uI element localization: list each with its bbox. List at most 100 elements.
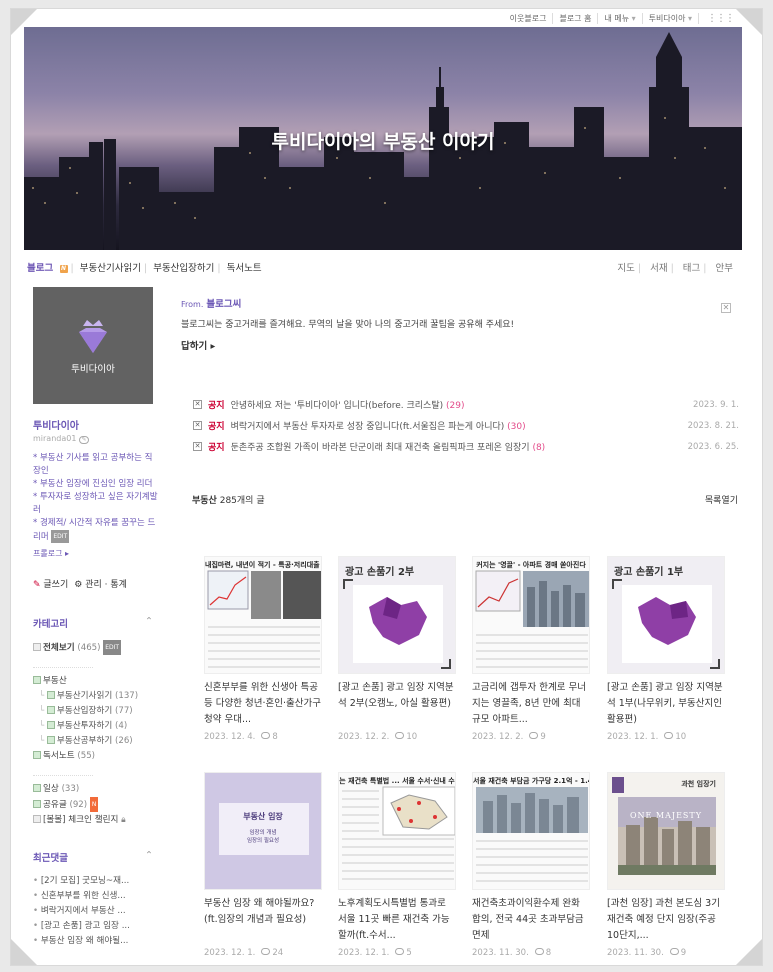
lock-icon: 🔒︎ — [121, 815, 126, 825]
category-item[interactable]: 부동산입장하기 (77) — [33, 704, 158, 719]
folder-icon — [46, 691, 55, 699]
folder-icon — [46, 706, 55, 714]
pencil-icon[interactable]: ✎ — [78, 436, 89, 444]
post-title[interactable]: 고금리에 갭투자 한계로 무너지는 영끌족, 8년 만에 최대 규모 아파트..… — [472, 680, 590, 728]
recent-comment[interactable]: [광고 손품] 광고 임장 ... — [33, 919, 158, 934]
new-badge-icon: N — [89, 797, 99, 812]
post-card[interactable]: 과천 임장기 ONE MAJESTY [과천 임장] 과천 본도심 3기 재건축… — [607, 772, 725, 958]
post-thumbnail[interactable]: 는 재건축 특별법 ... 서울 수서·신내 수 — [338, 772, 456, 890]
category-item[interactable]: 독서노트 (55) — [33, 749, 158, 764]
post-meta: 2023. 11. 30. 9 — [607, 948, 687, 958]
new-badge-icon: N — [59, 265, 68, 273]
category-item[interactable]: 부동산공부하기 (26) — [33, 734, 158, 749]
list-toggle-button[interactable]: 목록열기 — [705, 493, 738, 506]
category-item[interactable]: 부동산투자하기 (4) — [33, 719, 158, 734]
recent-comment[interactable]: 신혼부부를 위한 신생... — [33, 889, 158, 904]
post-title[interactable]: 노후계획도시특별법 통과로 서울 11곳 빠른 재건축 가능할까(ft.수서..… — [338, 896, 456, 944]
recent-comments-list: [2기 모집] 굿모닝~재... 신혼부부를 위한 신생... 벼락거지에서 부… — [33, 874, 158, 949]
edit-badge: EDIT — [103, 640, 122, 655]
gnb-account[interactable]: 투비다이아 — [643, 12, 699, 24]
post-meta: 2023. 11. 30. 8 — [472, 948, 552, 958]
close-icon[interactable]: ✕ — [721, 303, 731, 313]
profile-image[interactable]: 투비다이아 — [33, 287, 153, 404]
post-meta: 2023. 12. 1. 5 — [338, 948, 412, 958]
menu-field-visits[interactable]: 부동산입장하기 — [153, 263, 214, 274]
post-card[interactable]: 부동산 임장 임장의 개념 임장의 필요성 부동산 임장 왜 해야될까요? (f… — [204, 772, 322, 958]
comment-icon — [395, 948, 405, 955]
notice-icon: ✕ — [193, 442, 202, 451]
post-thumbnail[interactable]: 서울 재건축 부담금 가구당 2.1억 - 1.4 — [472, 772, 590, 890]
post-card[interactable]: 커지는 '영끌' - 아파트 경매 쏟아진다 고금리에 갭투자 한계로 무너지는… — [472, 556, 590, 742]
menu-tags[interactable]: 태그 — [683, 263, 700, 274]
notice-icon: ✕ — [193, 400, 202, 409]
post-title[interactable]: [광고 손품] 광고 임장 지역분석 2부(오캠노, 아실 활용편) — [338, 680, 456, 728]
menu-blog[interactable]: 블로그 N — [27, 263, 68, 274]
category-item[interactable]: [볼볼] 체크인 챌린지 🔒︎ — [33, 813, 158, 828]
category-list: 전체보기 (465) EDIT 부동산 부동산기사읽기 (137) 부동산입장하… — [33, 640, 158, 828]
post-title[interactable]: [광고 손품] 광고 임장 지역분석 1부(나무위키, 부동산지인 활용편) — [607, 680, 725, 728]
menu-guestbook[interactable]: 안부 — [716, 263, 733, 274]
profile-user-id: miranda01 ✎ — [33, 434, 158, 444]
admin-stats-button[interactable]: ⚙ 관리 · 통계 — [74, 577, 127, 590]
notice-list: ✕ 공지 안녕하세요 저는 '투비다이아' 입니다(before. 크리스탈) … — [193, 394, 739, 457]
prolog-link[interactable]: 프롤로그 ▸ — [33, 548, 158, 559]
post-title[interactable]: 부동산 임장 왜 해야될까요? (ft.임장의 개념과 필요성) — [204, 896, 322, 944]
profile-nickname[interactable]: 투비다이아 — [33, 417, 158, 432]
post-card[interactable]: 서울 재건축 부담금 가구당 2.1억 - 1.4 재건축초과이익환수제 완화 … — [472, 772, 590, 958]
blog-title[interactable]: 투비다이아의 부동산 이야기 — [24, 127, 742, 154]
recent-comments-header[interactable]: 최근댓글 ⌃ — [33, 850, 153, 864]
menu-library[interactable]: 서재 — [650, 263, 667, 274]
post-thumbnail[interactable]: 부동산 임장 임장의 개념 임장의 필요성 — [204, 772, 322, 890]
post-thumbnail[interactable]: 광고 손품기 2부 — [338, 556, 456, 674]
gnb-blog-home[interactable]: 블로그 홈 — [553, 12, 599, 24]
apps-grid-icon[interactable]: ⋮⋮⋮ — [699, 13, 735, 24]
from-name[interactable]: 블로그씨 — [206, 299, 241, 310]
post-card[interactable]: 내집마련, 내년이 적기 - 특공·저리대출 집 신혼부부를 위한 신생아 특공… — [204, 556, 322, 742]
gnb-my-menu[interactable]: 내 메뉴 — [598, 12, 643, 24]
gnb-neighbor-blog[interactable]: 이웃블로그 — [504, 12, 554, 24]
post-card[interactable]: 광고 손품기 1부 [광고 손품] 광고 임장 지역분석 1부(나무위키, 부동… — [607, 556, 725, 742]
notice-row[interactable]: ✕ 공지 안녕하세요 저는 '투비다이아' 입니다(before. 크리스탈) … — [193, 394, 739, 415]
post-card[interactable]: 광고 손품기 2부 [광고 손품] 광고 임장 지역분석 2부(오캠노, 아실 … — [338, 556, 456, 742]
menu-reading-notes[interactable]: 독서노트 — [227, 263, 262, 274]
notice-row[interactable]: ✕ 공지 둔촌주공 조합원 가족이 바라본 단군이래 최대 재건축 올림픽파크 … — [193, 436, 739, 457]
comment-icon — [534, 948, 544, 955]
category-item[interactable]: 부동산 — [33, 674, 158, 689]
comment-icon — [395, 732, 405, 739]
page-curl-bottom-right — [736, 939, 762, 965]
category-item[interactable]: 공유글 (92) N — [33, 797, 158, 813]
folder-icon — [33, 751, 41, 759]
post-thumbnail[interactable]: 내집마련, 내년이 적기 - 특공·저리대출 집 — [204, 556, 322, 674]
notice-row[interactable]: ✕ 공지 벼락거지에서 부동산 투자자로 성장 중입니다(ft.서울집은 파는게… — [193, 415, 739, 436]
post-title[interactable]: [과천 임장] 과천 본도심 3기 재건축 예정 단지 임장(주공 10단지,.… — [607, 896, 725, 944]
category-item[interactable]: 일상 (33) — [33, 782, 158, 797]
menu-news-reading[interactable]: 부동산기사읽기 — [80, 263, 141, 274]
reply-button[interactable]: 답하기 ▸ — [181, 338, 741, 352]
post-thumbnail[interactable]: 광고 손품기 1부 — [607, 556, 725, 674]
category-header[interactable]: 카테고리 ⌃ — [33, 616, 153, 630]
folder-icon — [46, 721, 55, 729]
collapse-icon: ⌃ — [145, 850, 153, 861]
post-title[interactable]: 신혼부부를 위한 신생아 특공 등 다양한 청년·혼인·출산가구 청약 우대..… — [204, 680, 322, 728]
diamond-crown-icon — [79, 320, 107, 353]
post-title[interactable]: 재건축초과이익환수제 완화 합의, 전국 44곳 초과부담금 면제 — [472, 896, 590, 944]
post-thumbnail[interactable]: 과천 임장기 ONE MAJESTY — [607, 772, 725, 890]
write-button[interactable]: ✎ 글쓰기 — [33, 577, 68, 590]
post-meta: 2023. 12. 2. 10 — [338, 732, 418, 742]
blog-menu: 블로그 N | 부동산기사읽기 | 부동산입장하기 | 독서노트 지도 | 서재 | 태그… — [27, 263, 733, 274]
post-card[interactable]: 는 재건축 특별법 ... 서울 수서·신내 수 노후계획도시특별법 통과로 서… — [338, 772, 456, 958]
recent-comment[interactable]: 부동산 임장 왜 해야될... — [33, 934, 158, 949]
profile-actions: ✎ 글쓰기 ⚙ 관리 · 통계 — [33, 577, 158, 590]
recent-comment[interactable]: 벼락거지에서 부동산 ... — [33, 904, 158, 919]
category-all[interactable]: 전체보기 (465) EDIT — [33, 640, 158, 656]
folder-icon — [33, 784, 41, 792]
collapse-icon: ⌃ — [145, 616, 153, 627]
menu-map[interactable]: 지도 — [617, 263, 634, 274]
folder-icon — [33, 815, 41, 823]
edit-tag[interactable]: EDIT — [51, 530, 70, 543]
list-category[interactable]: 부동산 — [192, 496, 217, 506]
recent-comment[interactable]: [2기 모집] 굿모닝~재... — [33, 874, 158, 889]
post-thumbnail[interactable]: 커지는 '영끌' - 아파트 경매 쏟아진다 — [472, 556, 590, 674]
blogger-question-box: From. 블로그씨 블로그씨는 중고거래를 즐겨해요. 무역의 날을 맞아 나의… — [181, 296, 741, 352]
category-item[interactable]: 부동산기사읽기 (137) — [33, 689, 158, 704]
